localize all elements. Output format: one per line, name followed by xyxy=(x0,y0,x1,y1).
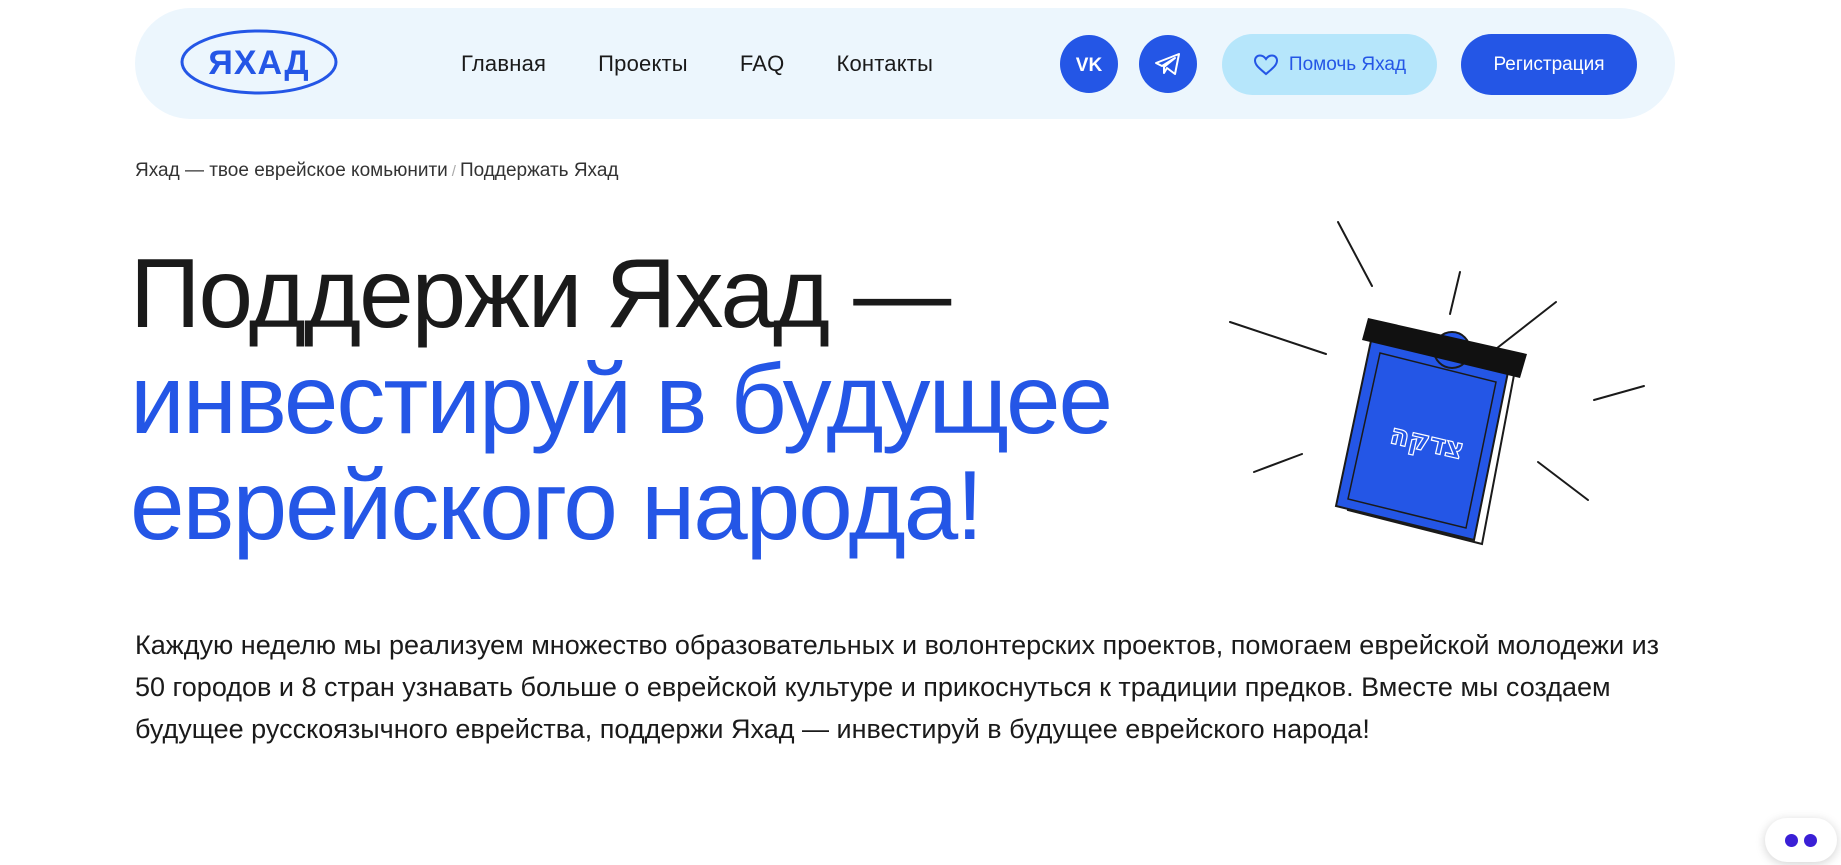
title-line-1: Поддержи Яхад — xyxy=(130,238,951,348)
page-title: Поддержи Яхад — инвестируй в будущее евр… xyxy=(130,240,1230,558)
vk-button[interactable]: VK xyxy=(1060,35,1118,93)
register-button-label: Регистрация xyxy=(1493,53,1605,75)
register-button[interactable]: Регистрация xyxy=(1461,34,1637,95)
nav-projects[interactable]: Проекты xyxy=(598,51,688,77)
telegram-button[interactable] xyxy=(1139,35,1197,93)
site-header: ЯХАД Главная Проекты FAQ Контакты VK Пом… xyxy=(135,8,1675,119)
telegram-icon xyxy=(1155,53,1180,75)
main-nav: Главная Проекты FAQ Контакты xyxy=(461,8,985,119)
intro-paragraph: Каждую неделю мы реализуем множество обр… xyxy=(135,630,1660,744)
svg-text:VK: VK xyxy=(1076,55,1103,74)
yachad-logo[interactable]: ЯХАД xyxy=(179,28,339,96)
title-line-3: еврейского народа! xyxy=(130,450,984,560)
breadcrumb: Яхад — твое еврейское комьюнити / Поддержа… xyxy=(135,160,618,182)
breadcrumb-separator: / xyxy=(451,163,456,180)
breadcrumb-home-link[interactable]: Яхад — твое еврейское комьюнити xyxy=(135,160,448,181)
nav-home[interactable]: Главная xyxy=(461,51,546,77)
heart-icon xyxy=(1253,53,1278,75)
chat-dot-icon xyxy=(1804,833,1817,847)
vk-icon: VK xyxy=(1076,55,1103,74)
breadcrumb-current: Поддержать Яхад xyxy=(459,160,619,181)
help-button-label: Помочь Яхад xyxy=(1288,53,1407,75)
help-yachad-button[interactable]: Помочь Яхад xyxy=(1222,34,1437,95)
chat-dot-icon xyxy=(1785,833,1798,847)
nav-contacts[interactable]: Контакты xyxy=(836,51,933,77)
svg-text:ЯХАД: ЯХАД xyxy=(208,44,309,82)
title-line-2: инвестируй в будущее xyxy=(130,344,1113,454)
tzedakah-box-illustration: צדקה xyxy=(1229,221,1645,546)
chat-widget-button[interactable] xyxy=(1765,818,1837,862)
nav-faq[interactable]: FAQ xyxy=(740,51,785,77)
